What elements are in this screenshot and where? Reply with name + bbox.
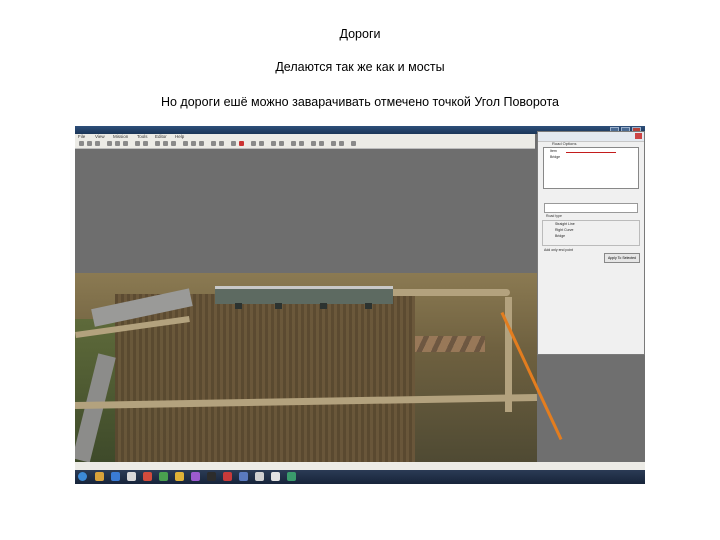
camera-icon[interactable] xyxy=(211,141,216,146)
help-icon[interactable] xyxy=(291,141,296,146)
taskbar xyxy=(75,470,645,484)
grid-icon[interactable] xyxy=(231,141,236,146)
app-icon[interactable] xyxy=(255,472,264,481)
editor-screenshot: File View Mission Tools Editor Help Road… xyxy=(75,126,645,484)
move-icon[interactable] xyxy=(163,141,168,146)
road-list[interactable]: Item Bridge xyxy=(543,147,639,189)
object-icon[interactable] xyxy=(191,141,196,146)
app-icon[interactable] xyxy=(223,472,232,481)
unit-icon[interactable] xyxy=(339,141,344,146)
app-icon[interactable] xyxy=(127,472,136,481)
new-icon[interactable] xyxy=(79,141,84,146)
apply-button[interactable]: Apply To Selected xyxy=(604,253,640,263)
3d-viewport[interactable] xyxy=(75,149,537,462)
ramp-object[interactable] xyxy=(415,336,485,352)
name-field[interactable] xyxy=(544,203,638,213)
water-icon[interactable] xyxy=(319,141,324,146)
selection-underline xyxy=(566,152,616,153)
paste-icon[interactable] xyxy=(123,141,128,146)
cut-icon[interactable] xyxy=(107,141,112,146)
trigger-icon[interactable] xyxy=(351,141,356,146)
save-icon[interactable] xyxy=(95,141,100,146)
list-item[interactable]: Bridge xyxy=(550,154,638,160)
app-icon[interactable] xyxy=(191,472,200,481)
road-curve[interactable] xyxy=(375,289,510,296)
play-icon[interactable] xyxy=(251,141,256,146)
statusbar xyxy=(75,462,645,470)
stop-icon[interactable] xyxy=(259,141,264,146)
browser-icon[interactable] xyxy=(111,472,120,481)
caption-subtitle: Делаются так же как и мосты xyxy=(275,60,445,74)
road-segment[interactable] xyxy=(505,297,512,412)
road-type-group: Straight Line Right Curve Bridge xyxy=(542,220,640,246)
caption-note: Но дороги ешё можно заварачивать отмечен… xyxy=(160,95,560,109)
bridge-pillar xyxy=(365,303,372,309)
app-icon[interactable] xyxy=(239,472,248,481)
marker-icon[interactable] xyxy=(239,141,244,146)
panel-title: Road Options xyxy=(552,141,577,146)
terrain-icon[interactable] xyxy=(183,141,188,146)
open-icon[interactable] xyxy=(87,141,92,146)
layers-icon[interactable] xyxy=(279,141,284,146)
bridge-pillar xyxy=(275,303,282,309)
zoom-icon[interactable] xyxy=(219,141,224,146)
app-icon[interactable] xyxy=(287,472,296,481)
undo-icon[interactable] xyxy=(135,141,140,146)
start-icon[interactable] xyxy=(78,472,87,481)
app-icon[interactable] xyxy=(207,472,216,481)
end-point-checkbox[interactable]: Add only end point xyxy=(544,248,573,252)
panel-close-icon[interactable] xyxy=(635,133,642,139)
app-icon[interactable] xyxy=(175,472,184,481)
bridge-pillar xyxy=(235,303,242,309)
option-bridge[interactable]: Bridge xyxy=(555,233,639,239)
caption-title: Дороги xyxy=(339,27,381,41)
select-icon[interactable] xyxy=(155,141,160,146)
road-icon[interactable] xyxy=(199,141,204,146)
tree-icon[interactable] xyxy=(331,141,336,146)
app-icon[interactable] xyxy=(159,472,168,481)
light-icon[interactable] xyxy=(311,141,316,146)
road-options-panel: Road Options Item Bridge Road type Strai… xyxy=(537,131,645,355)
redo-icon[interactable] xyxy=(143,141,148,146)
panel-titlebar: Road Options xyxy=(538,132,644,146)
group-label: Road type xyxy=(546,214,562,218)
toolbar xyxy=(75,140,535,149)
app-icon[interactable] xyxy=(143,472,152,481)
viewport-background xyxy=(75,149,537,274)
rotate-icon[interactable] xyxy=(171,141,176,146)
bridge-pillar xyxy=(320,303,327,309)
app-icon[interactable] xyxy=(271,472,280,481)
explorer-icon[interactable] xyxy=(95,472,104,481)
settings-icon[interactable] xyxy=(271,141,276,146)
copy-icon[interactable] xyxy=(115,141,120,146)
bridge-object[interactable] xyxy=(215,286,393,309)
info-icon[interactable] xyxy=(299,141,304,146)
